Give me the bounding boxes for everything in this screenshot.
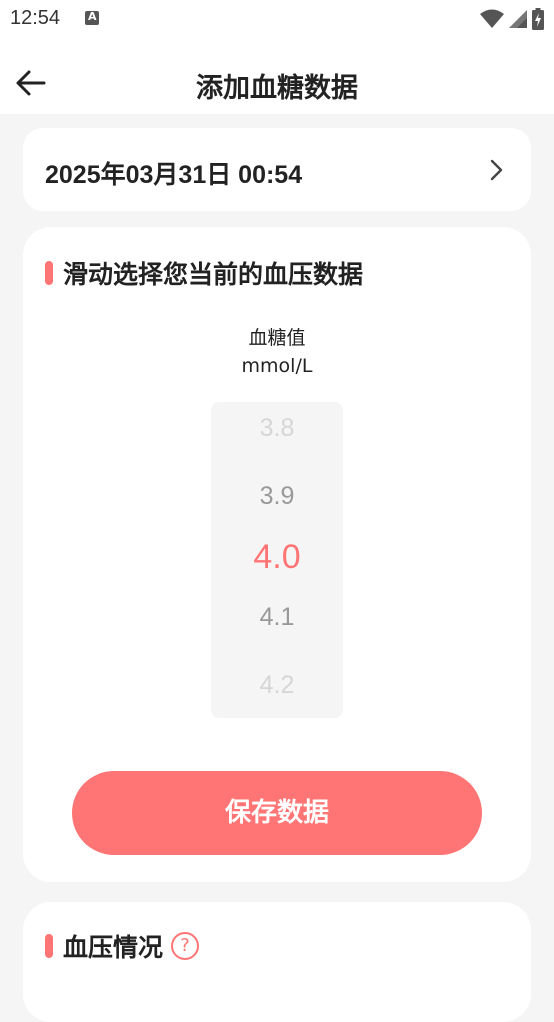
wheel-selected-option[interactable]: 4.0	[211, 538, 343, 577]
wheel-option[interactable]: 3.9	[211, 482, 343, 511]
value-picker-card: 滑动选择您当前的血压数据 血糖值 mmol/L 3.8 3.9 4.0 4.1 …	[23, 227, 531, 882]
status-bar: 12:54	[0, 0, 554, 38]
wheel-option[interactable]: 3.8	[211, 414, 343, 443]
section-marker	[45, 934, 53, 958]
status-card: 血压情况 ?	[23, 902, 531, 1022]
status-time: 12:54	[10, 7, 61, 29]
wifi-icon	[479, 9, 504, 28]
status-icons	[479, 8, 544, 30]
app-bar: 添加血糖数据	[0, 38, 554, 114]
date-time-selector[interactable]: 2025年03月31日 00:54	[23, 128, 531, 211]
battery-charging-icon	[532, 8, 544, 30]
metric-name: 血糖值	[248, 327, 306, 349]
app-notification-icon	[85, 10, 99, 25]
save-button[interactable]: 保存数据	[72, 771, 482, 855]
picker-section-title: 滑动选择您当前的血压数据	[63, 260, 364, 289]
help-icon[interactable]: ?	[171, 932, 200, 960]
date-time-text: 2025年03月31日 00:54	[45, 161, 303, 189]
metric-label: 血糖值 mmol/L	[23, 324, 531, 380]
picker-section-header: 滑动选择您当前的血压数据	[45, 255, 363, 291]
status-section-header: 血压情况 ?	[45, 928, 200, 964]
chevron-right-icon	[490, 159, 503, 181]
value-wheel-picker[interactable]: 3.8 3.9 4.0 4.1 4.2	[211, 402, 343, 718]
signal-icon	[508, 10, 527, 28]
section-marker	[45, 261, 53, 285]
wheel-option[interactable]: 4.1	[211, 603, 343, 632]
status-section-title: 血压情况	[63, 933, 164, 962]
page-title: 添加血糖数据	[196, 73, 358, 104]
wheel-option[interactable]: 4.2	[211, 671, 343, 700]
metric-unit: mmol/L	[241, 355, 313, 377]
